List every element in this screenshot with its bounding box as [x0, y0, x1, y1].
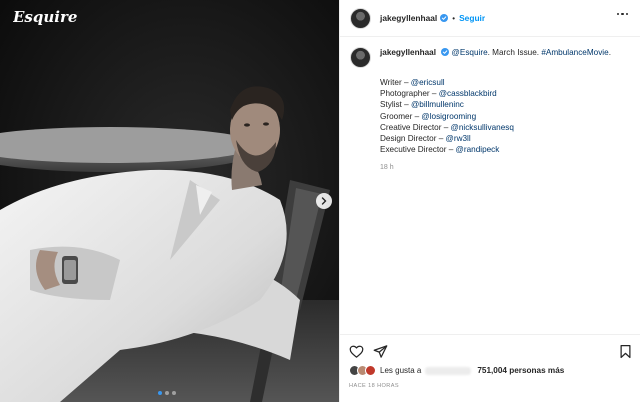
- avatar: [365, 365, 376, 376]
- caption-tail: .: [608, 48, 611, 57]
- post-timestamp: HACE 18 HORAS: [349, 383, 399, 389]
- next-photo-button[interactable]: [316, 193, 332, 209]
- credit-handle[interactable]: @losigrooming: [421, 112, 476, 121]
- post-media[interactable]: Esquire: [0, 0, 339, 402]
- brand-logo-text: Esquire: [13, 8, 77, 26]
- credit-handle[interactable]: @ericsull: [411, 78, 445, 87]
- share-icon[interactable]: [373, 344, 388, 359]
- likes-prefix: Les gusta a: [380, 366, 422, 375]
- caption-age: 18 h: [380, 164, 394, 172]
- avatar[interactable]: [350, 47, 371, 68]
- mention-link[interactable]: @Esquire: [452, 48, 488, 57]
- post-header: jakegyllenhaal • Seguir: [340, 0, 640, 37]
- credit-line: Design Director – @rw3ll: [380, 134, 471, 144]
- blurred-liker-name[interactable]: [425, 366, 472, 375]
- credit-line: Photographer – @cassblackbird: [380, 89, 497, 99]
- credit-line: Stylist – @billmulleninc: [380, 100, 464, 110]
- credit-handle[interactable]: @billmulleninc: [411, 100, 464, 109]
- caption-text: jakegyllenhaal @Esquire. March Issue. #A…: [380, 47, 611, 58]
- esquire-logo: Esquire: [13, 8, 77, 26]
- credit-handle[interactable]: @cassblackbird: [439, 89, 497, 98]
- chevron-right-icon: [321, 197, 327, 205]
- credit-line: Creative Director – @nicksullivanesq: [380, 122, 514, 132]
- follow-button[interactable]: Seguir: [459, 13, 485, 23]
- credits-list: Writer – @ericsull Photographer – @cassb…: [380, 77, 630, 155]
- credit-line: Groomer – @losigrooming: [380, 111, 477, 121]
- carousel-dot: [172, 391, 176, 395]
- credit-line: Executive Director – @randipeck: [380, 145, 500, 155]
- credit-handle[interactable]: @rw3ll: [446, 134, 471, 143]
- caption-body: . March Issue.: [487, 48, 542, 57]
- hashtag-link[interactable]: #AmbulanceMovie: [541, 48, 608, 57]
- carousel-dot: [158, 391, 162, 395]
- caption-username[interactable]: jakegyllenhaal: [380, 48, 436, 57]
- liker-avatars: [349, 365, 376, 376]
- heart-icon[interactable]: [349, 344, 364, 359]
- likes-count[interactable]: 751,004 personas más: [477, 366, 564, 375]
- credit-line: Writer – @ericsull: [380, 78, 445, 87]
- likes-summary: Les gusta a 751,004 personas más: [349, 365, 564, 376]
- post-caption: jakegyllenhaal @Esquire. March Issue. #A…: [350, 47, 630, 171]
- verified-icon: [440, 14, 449, 22]
- post-side-panel: jakegyllenhaal • Seguir jakegyllenhaal @…: [339, 0, 640, 402]
- credit-handle[interactable]: @nicksullivanesq: [451, 123, 514, 132]
- post-actions: Les gusta a 751,004 personas más HACE 18…: [340, 334, 640, 402]
- more-icon[interactable]: [616, 13, 628, 16]
- header-username[interactable]: jakegyllenhaal: [380, 13, 437, 23]
- post-photo: [0, 0, 339, 402]
- credit-handle[interactable]: @randipeck: [456, 145, 500, 154]
- avatar[interactable]: [350, 7, 371, 29]
- verified-icon: [441, 48, 450, 56]
- carousel-indicator: [158, 391, 176, 395]
- instagram-post: Esquire jakegyllenhaal • Seguir jakegyll…: [0, 0, 640, 402]
- carousel-dot: [165, 391, 169, 395]
- separator-dot: •: [452, 13, 456, 23]
- bookmark-icon[interactable]: [618, 344, 633, 359]
